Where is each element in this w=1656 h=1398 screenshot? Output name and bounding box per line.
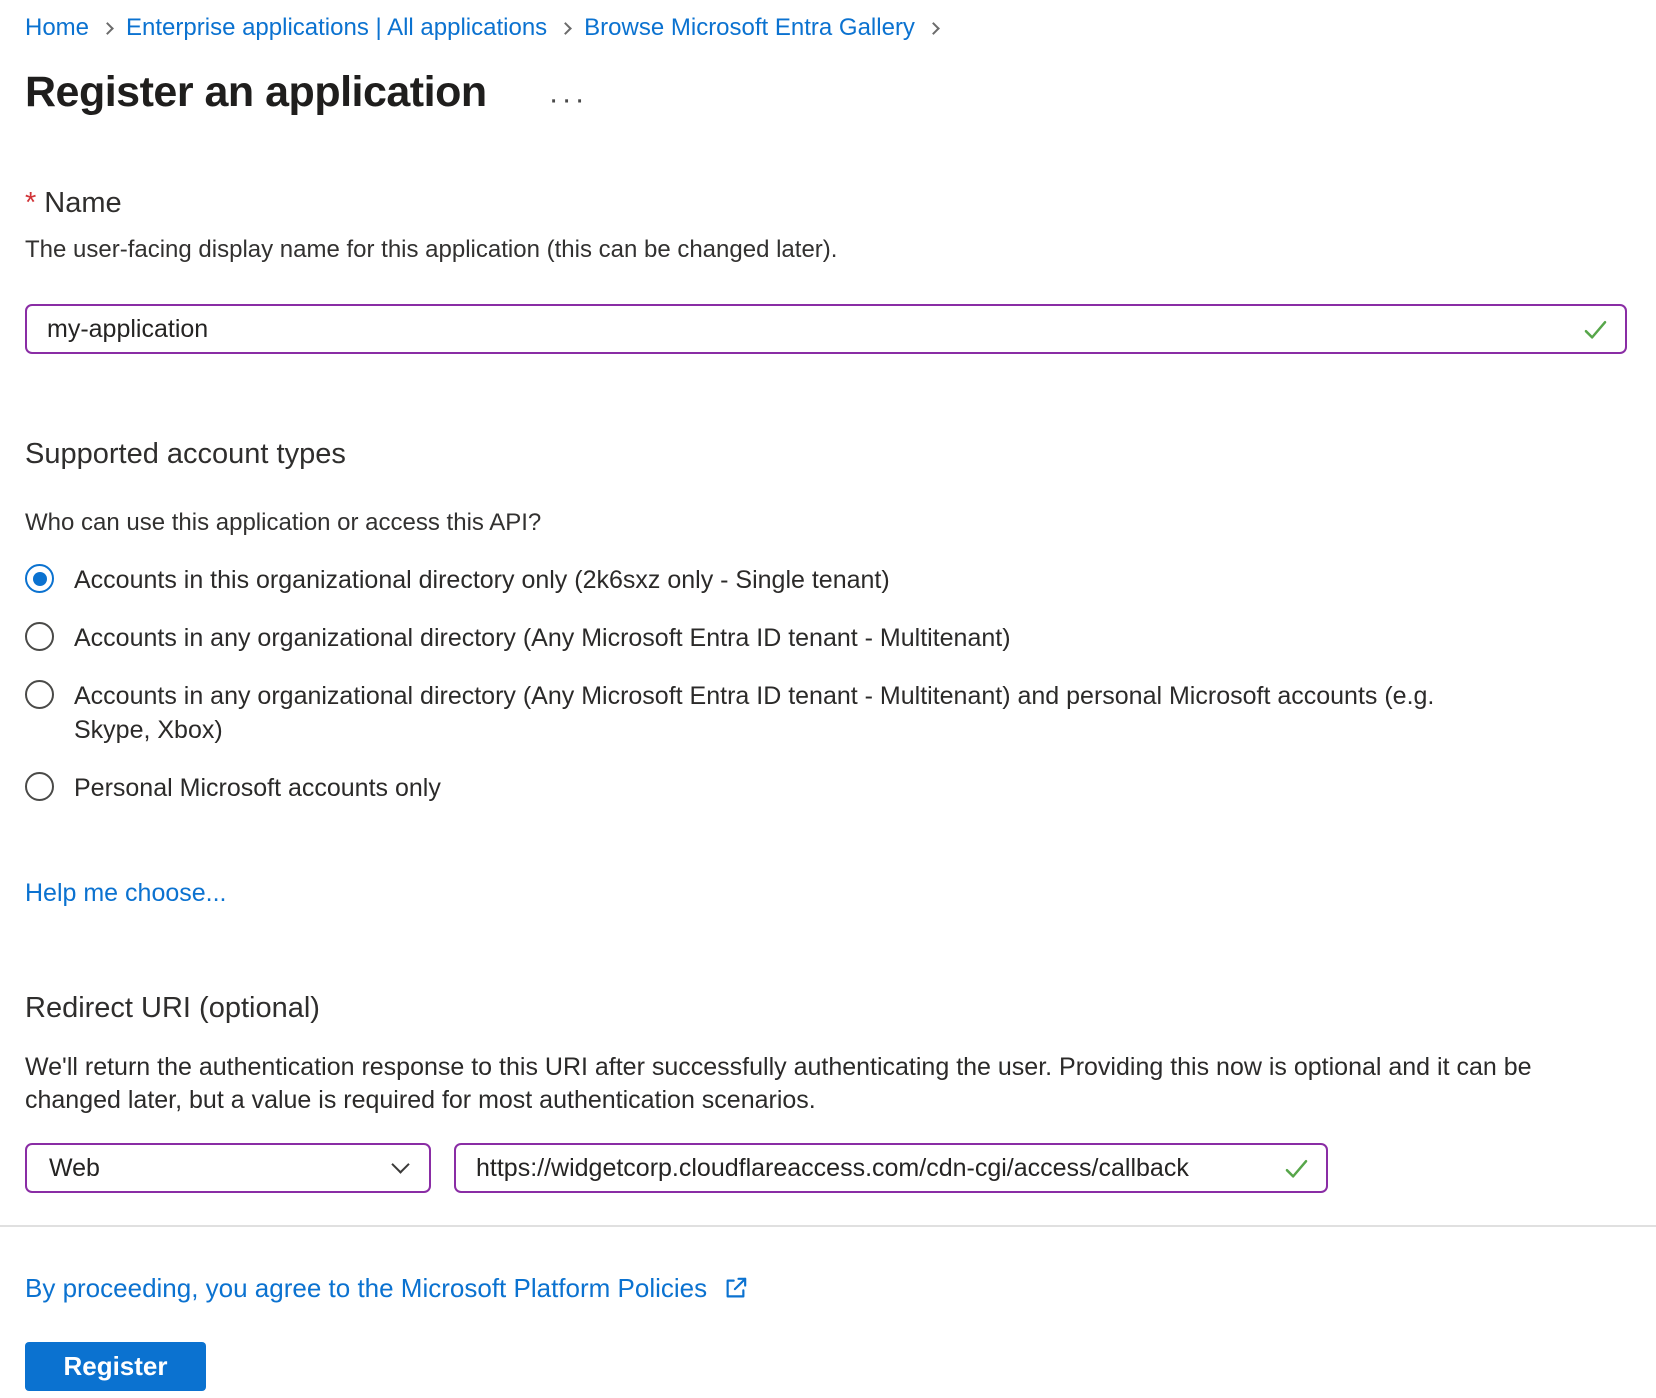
platform-select[interactable]: Web [25,1143,431,1193]
radio-unselected-icon[interactable] [25,622,54,651]
platform-select-value: Web [49,1154,100,1183]
chevron-right-icon [927,22,940,35]
help-me-choose-link[interactable]: Help me choose... [25,879,227,908]
external-link-icon[interactable] [721,1274,750,1303]
redirect-uri-description: We'll return the authentication response… [25,1051,1620,1117]
radio-label: Accounts in any organizational directory… [74,679,1509,747]
redirect-uri-input[interactable] [454,1143,1328,1193]
supported-account-types-heading: Supported account types [25,438,1627,471]
radio-label: Accounts in any organizational directory… [74,621,1011,655]
valid-check-icon [1283,1155,1310,1182]
chevron-right-icon [101,22,114,35]
divider [0,1225,1656,1227]
uri-input-wrap [454,1143,1328,1193]
register-button[interactable]: Register [25,1342,206,1391]
chevron-right-icon [559,22,572,35]
name-section-label: *Name [25,187,1627,220]
required-marker: * [25,187,36,219]
breadcrumb-entra-gallery-link[interactable]: Browse Microsoft Entra Gallery [584,14,915,42]
redirect-uri-heading: Redirect URI (optional) [25,992,1627,1025]
radio-unselected-icon[interactable] [25,772,54,801]
chevron-down-icon [391,1155,409,1173]
valid-check-icon [1582,316,1609,343]
application-name-input[interactable] [25,304,1627,354]
platform-policies-link[interactable]: By proceeding, you agree to the Microsof… [25,1273,707,1304]
radio-unselected-icon[interactable] [25,680,54,709]
account-types-question: Who can use this application or access t… [25,509,1627,537]
breadcrumb-home-link[interactable]: Home [25,14,89,42]
more-options-icon[interactable]: ··· [549,95,588,105]
name-input-wrap [25,304,1627,354]
radio-personal-only[interactable]: Personal Microsoft accounts only [25,771,1627,805]
page-title: Register an application [25,68,487,117]
radio-multitenant-personal[interactable]: Accounts in any organizational directory… [25,679,1627,747]
name-description: The user-facing display name for this ap… [25,236,1627,264]
radio-selected-icon[interactable] [25,564,54,593]
radio-single-tenant[interactable]: Accounts in this organizational director… [25,563,1627,597]
breadcrumb: Home Enterprise applications | All appli… [25,12,1627,44]
radio-label: Accounts in this organizational director… [74,563,890,597]
account-type-options: Accounts in this organizational director… [25,563,1627,805]
radio-label: Personal Microsoft accounts only [74,771,441,805]
breadcrumb-enterprise-applications-link[interactable]: Enterprise applications | All applicatio… [126,14,547,42]
name-label-text: Name [44,187,121,219]
register-application-page: Home Enterprise applications | All appli… [0,0,1656,1391]
radio-multitenant[interactable]: Accounts in any organizational directory… [25,621,1627,655]
redirect-uri-row: Web [25,1143,1627,1193]
